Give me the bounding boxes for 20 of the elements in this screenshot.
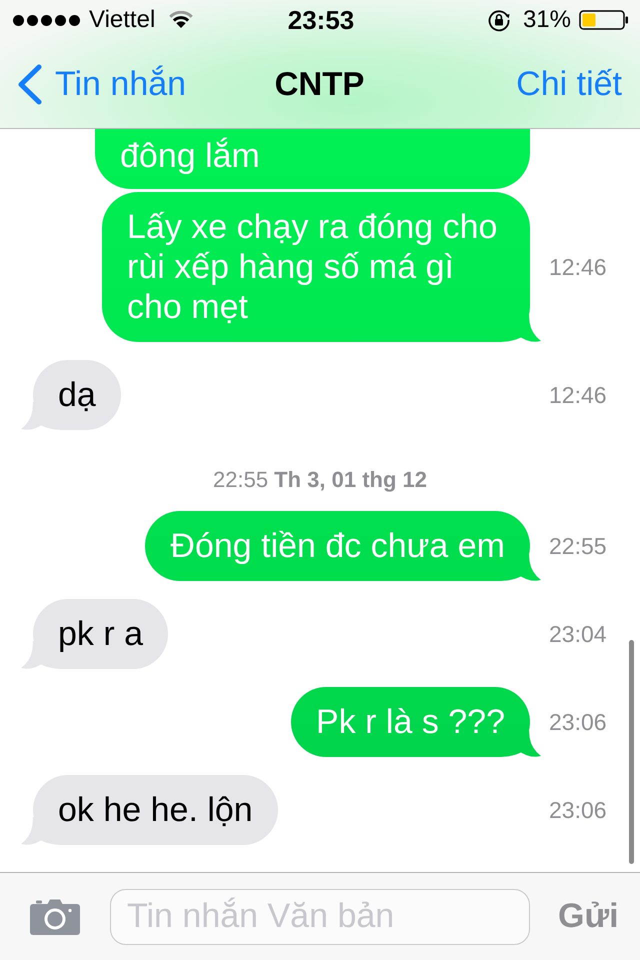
timestamp: 23:06 xyxy=(549,796,607,825)
timestamp: 12:46 xyxy=(549,380,607,410)
battery-percentage: 31% xyxy=(522,5,571,35)
clock-time: 23:53 xyxy=(288,4,354,36)
timestamp: 23:04 xyxy=(549,620,607,649)
conversation-title: CNTP xyxy=(274,64,364,104)
wifi-icon xyxy=(168,11,194,29)
timestamp: 22:55 xyxy=(549,532,607,561)
timestamp: 23:06 xyxy=(549,708,607,737)
details-button[interactable]: Chi tiết xyxy=(516,58,622,110)
rotation-lock-icon xyxy=(486,8,511,32)
timestamp: 12:46 xyxy=(549,252,607,282)
date-header: 22:55 Th 3, 01 thg 12 xyxy=(213,467,427,493)
carrier-name: Viettel xyxy=(89,5,156,35)
chevron-left-icon xyxy=(17,64,42,104)
message-bubble: đông lắm xyxy=(95,129,530,189)
battery-icon xyxy=(579,10,629,30)
camera-icon[interactable] xyxy=(30,898,80,935)
signal-icon xyxy=(13,14,80,26)
back-button[interactable]: Tin nhắn xyxy=(17,58,186,110)
